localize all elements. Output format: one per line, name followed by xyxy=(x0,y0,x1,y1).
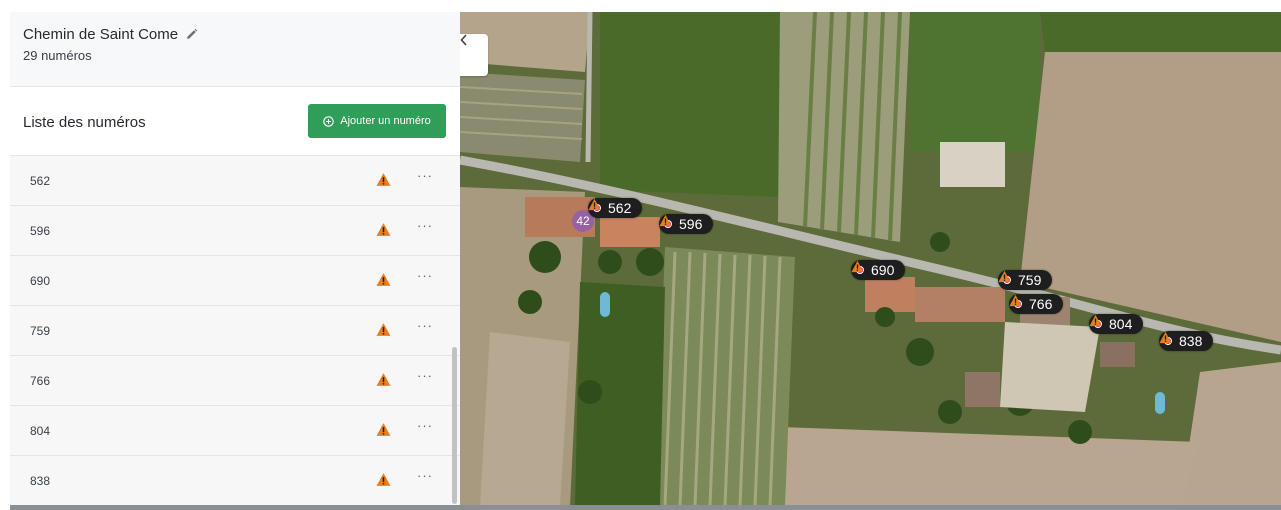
number-label: 804 xyxy=(30,424,51,438)
list-title: Liste des numéros xyxy=(23,114,146,131)
number-label: 690 xyxy=(30,274,51,288)
warning-triangle-icon xyxy=(376,472,391,487)
number-list-item[interactable]: 690 ··· xyxy=(10,256,460,306)
list-header: Liste des numéros Ajouter un numéro xyxy=(10,87,460,156)
address-marker[interactable]: 838 xyxy=(1159,331,1214,351)
number-list-item[interactable]: 766 ··· xyxy=(10,356,460,406)
number-label: 838 xyxy=(30,474,51,488)
number-label: 759 xyxy=(30,324,51,338)
marker-number: 838 xyxy=(1179,333,1203,349)
more-horizontal-icon[interactable]: ··· xyxy=(415,219,435,238)
street-panel: Chemin de Saint Come 29 numéros Liste de… xyxy=(10,12,461,506)
number-list-item[interactable]: 562 ··· xyxy=(10,156,460,206)
more-horizontal-icon[interactable]: ··· xyxy=(415,419,435,438)
number-list-item[interactable]: 838 ··· xyxy=(10,456,460,506)
marker-number: 596 xyxy=(679,216,703,232)
street-name: Chemin de Saint Come xyxy=(23,26,179,43)
address-marker[interactable]: 766 xyxy=(1009,294,1064,314)
address-marker[interactable]: 596 xyxy=(659,214,714,234)
satellite-map[interactable]: 42 562 596 690 759 766 804 838 xyxy=(460,12,1281,506)
street-header: Chemin de Saint Come 29 numéros xyxy=(10,12,460,87)
address-marker[interactable]: 690 xyxy=(851,260,906,280)
more-horizontal-icon[interactable]: ··· xyxy=(415,319,435,338)
number-list-item[interactable]: 804 ··· xyxy=(10,406,460,456)
street-number-count: 29 numéros xyxy=(23,48,92,63)
more-horizontal-icon[interactable]: ··· xyxy=(415,169,435,188)
marker-number: 690 xyxy=(871,262,895,278)
marker-number: 804 xyxy=(1109,316,1133,332)
number-label: 766 xyxy=(30,374,51,388)
warning-triangle-icon xyxy=(376,422,391,437)
pencil-icon[interactable] xyxy=(185,28,198,41)
warning-triangle-icon xyxy=(376,322,391,337)
add-number-label: Ajouter un numéro xyxy=(340,115,431,127)
warning-triangle-icon xyxy=(376,272,391,287)
address-marker[interactable]: 562 xyxy=(588,198,643,218)
collapse-panel-button[interactable] xyxy=(460,34,488,76)
number-label: 562 xyxy=(30,174,51,188)
more-horizontal-icon[interactable]: ··· xyxy=(415,269,435,288)
bottom-border xyxy=(10,505,1281,510)
more-horizontal-icon[interactable]: ··· xyxy=(415,469,435,488)
number-label: 596 xyxy=(30,224,51,238)
number-list-item[interactable]: 596 ··· xyxy=(10,206,460,256)
marker-number: 766 xyxy=(1029,296,1053,312)
number-list-item[interactable]: 759 ··· xyxy=(10,306,460,356)
marker-number: 562 xyxy=(608,200,632,216)
address-marker[interactable]: 804 xyxy=(1089,314,1144,334)
warning-triangle-icon xyxy=(376,172,391,187)
marker-number: 759 xyxy=(1018,272,1042,288)
warning-triangle-icon xyxy=(376,372,391,387)
plus-circle-icon xyxy=(323,115,334,127)
more-horizontal-icon[interactable]: ··· xyxy=(415,369,435,388)
scrollbar-thumb[interactable] xyxy=(452,347,457,504)
add-number-button[interactable]: Ajouter un numéro xyxy=(308,104,446,138)
warning-triangle-icon xyxy=(376,222,391,237)
number-list: 562 ··· 596 ··· 690 ··· 759 ··· 766 ··· 804 ··· 838 ·… xyxy=(10,156,460,506)
map-imagery xyxy=(460,12,1281,506)
address-marker[interactable]: 759 xyxy=(998,270,1053,290)
